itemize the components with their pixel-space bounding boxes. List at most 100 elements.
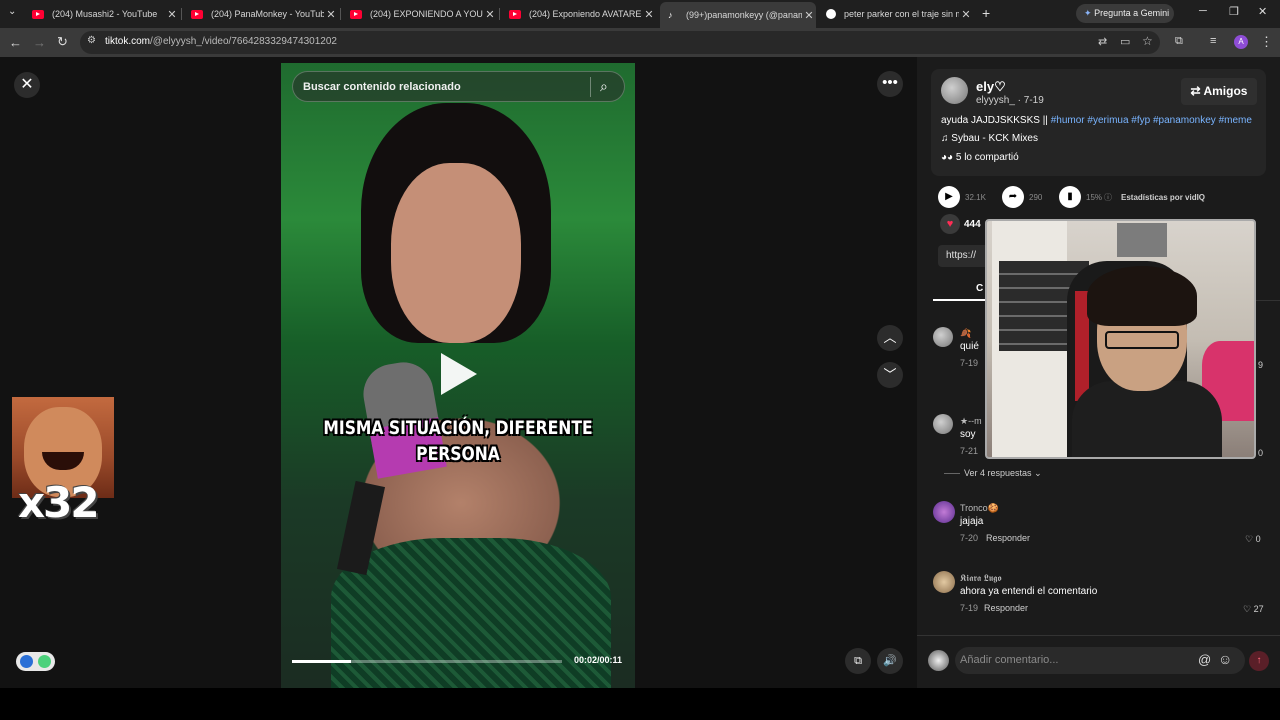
sticker-multiplier-label: x32 [18,478,100,527]
forward-icon[interactable]: → [33,35,46,50]
volume-button[interactable]: 🔊 [877,648,903,674]
minimize-icon[interactable]: ─ [1199,5,1207,17]
url-bar[interactable]: ⚙ tiktok.com/@elyyysh_/video/76642833294… [80,31,1160,54]
tab-peter-parker[interactable]: peter parker con el traje sin ma ✕ [818,3,973,25]
emoji-icon[interactable]: ☺ [1218,651,1232,667]
bookmark-star-icon[interactable]: ☆ [1142,34,1153,48]
site-info-icon[interactable]: ⚙ [87,35,96,46]
translate-icon[interactable]: ⇄ [1098,35,1107,48]
comment-date: 7-19 [960,603,979,613]
avatar[interactable] [933,571,955,593]
close-icon[interactable]: ✕ [802,9,816,22]
youtube-icon [350,9,362,19]
tab-exponiendo-youtube[interactable]: (204) EXPONIENDO A YOUTUBE ✕ [342,3,497,25]
video-progress-bar[interactable] [292,660,562,663]
video-player[interactable]: Buscar contenido relacionado ⌕ MISMA SIT… [281,63,635,688]
share-button[interactable]: ➦ [1002,186,1024,208]
close-icon[interactable]: ✕ [642,8,656,21]
plays-button[interactable]: ▶ [938,186,960,208]
browser-tab-bar: ⌄ (204) Musashi2 - YouTube ✕ (204) PanaM… [0,0,1280,28]
extension-widget[interactable] [16,652,55,671]
stats-button[interactable]: ▮ [1059,186,1081,208]
avatar[interactable] [941,77,968,104]
comment-like[interactable]: ♡ 27 [1243,604,1264,615]
tab-panamonkey[interactable]: (204) PanaMonkey - YouTube ✕ [183,3,338,25]
webcam-person-glasses [1105,331,1179,349]
caption-line: MISMA SITUACIÓN, DIFERENTE [323,417,593,439]
reply-button[interactable]: Responder [984,603,1028,613]
reload-icon[interactable]: ↻ [57,34,68,50]
youtube-icon [191,9,203,19]
tab-title: (204) Exponiendo AVATARES de [529,9,642,19]
mention-icon[interactable]: @ [1198,652,1211,667]
reply-button[interactable]: Responder [986,533,1030,543]
shared-row: ◕◕ 5 lo compartió [941,152,1019,163]
comment-author[interactable]: 🍂 [960,328,971,339]
previous-video-button[interactable]: ︿ [877,325,903,351]
new-tab-button[interactable]: + [982,5,990,21]
search-placeholder: Buscar contenido relacionado [303,81,461,93]
cast-icon[interactable]: ▭ [1120,35,1130,48]
play-icon[interactable] [441,353,477,395]
tab-search-chevron-icon[interactable]: ⌄ [8,6,16,17]
heart-icon[interactable]: ♥ [940,214,960,234]
menu-kebab-icon[interactable]: ⋮ [1260,34,1273,50]
author-username[interactable]: ely♡ [976,79,1006,95]
tab-divider [181,8,182,20]
next-video-button[interactable]: ﹀ [877,362,903,388]
search-icon[interactable]: ⌕ [600,78,608,95]
chevron-down-icon: ﹀ [883,367,897,382]
extensions-icon[interactable]: ⧉ [1175,35,1183,48]
close-icon[interactable]: ✕ [483,8,497,21]
url-text[interactable]: tiktok.com/@elyyysh_/video/7664283329474… [105,36,337,47]
tab-tiktok-active[interactable]: ♪ (99+)panamonkeyy (@panamo ✕ [660,2,816,28]
music-row[interactable]: ♫ Sybau - KCK Mixes [941,133,1038,144]
hashtags[interactable]: #humor #yerimua #fyp #panamonkey #meme [1051,115,1252,126]
send-button[interactable]: ↑ [1249,651,1269,671]
gemini-button[interactable]: ✦ Pregunta a Gemini [1076,4,1174,23]
avatar[interactable] [928,650,949,671]
close-icon[interactable]: ✕ [959,8,973,21]
tab-exponiendo-avatares[interactable]: (204) Exponiendo AVATARES de ✕ [501,3,656,25]
vidiq-stats-label[interactable]: Estadísticas por vidIQ [1121,193,1205,202]
comment-author[interactable]: ★--m [960,416,982,427]
media-controls-icon[interactable]: ≡ [1210,35,1216,47]
comment-like[interactable]: ♡ 0 [1245,534,1261,545]
comment-input[interactable]: Añadir comentario... @ ☺ [955,647,1245,674]
bar-chart-icon: ▮ [1067,191,1073,202]
author-handle[interactable]: elyyysh_ · 7-19 [976,95,1044,106]
friends-button[interactable]: ⇄ Amigos [1181,78,1257,105]
info-icon[interactable]: ⓘ [1104,192,1112,203]
likes-count: 444 [964,219,981,230]
avatar[interactable] [933,501,955,523]
extension-toggle-icon [38,655,51,668]
pip-button[interactable]: ⧉ [845,648,871,674]
streamer-webcam-overlay [985,219,1256,459]
webcam-person-hair [1087,266,1197,326]
close-icon[interactable]: ✕ [165,8,179,21]
view-replies-label: Ver 4 respuestas [964,468,1032,478]
comment-date: 7-19 [960,358,979,368]
comment-like-count: 0 [1255,534,1261,544]
restore-icon[interactable]: ❐ [1229,5,1239,18]
gemini-label: Pregunta a Gemini [1094,8,1170,18]
back-icon[interactable]: ← [9,35,22,50]
comment-author[interactable]: 𝕶𝖎𝖆𝖗𝖆 𝕷𝖚𝖌𝖔 [960,573,1002,584]
comment-text: ahora ya entendi el comentario [960,586,1098,597]
swap-icon: ⇄ [1190,84,1204,98]
window-close-icon[interactable]: ✕ [1258,5,1267,18]
close-video-button[interactable]: ✕ [14,72,40,98]
profile-avatar[interactable]: A [1234,35,1248,49]
comment-author[interactable]: Tronco🍪 [960,503,999,514]
avatar[interactable] [933,327,953,347]
comment-text: quié [960,341,979,352]
more-options-button[interactable]: ••• [877,71,903,97]
tab-musashi2[interactable]: (204) Musashi2 - YouTube ✕ [24,3,179,25]
shared-text: 5 lo compartió [955,152,1019,163]
close-icon[interactable]: ✕ [324,8,338,21]
related-search-input[interactable]: Buscar contenido relacionado ⌕ [292,71,625,102]
view-replies-link[interactable]: Ver 4 respuestas ⌄ [944,468,1042,479]
shared-avatars-icon: ◕◕ [941,152,956,163]
tab-comments[interactable]: C [976,283,983,294]
avatar[interactable] [933,414,953,434]
